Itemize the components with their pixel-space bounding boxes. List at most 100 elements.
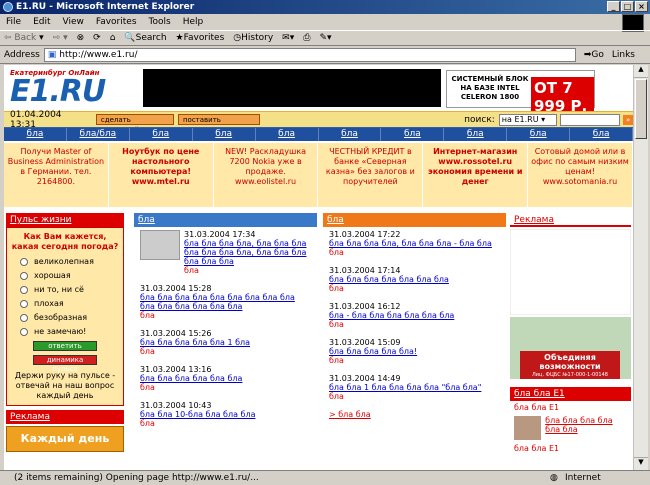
poll-dynamics-button[interactable]: динамика пульса: [33, 355, 97, 373]
poll-option[interactable]: не замечаю!: [20, 327, 120, 336]
news-source[interactable]: бла: [329, 284, 500, 293]
nav-item[interactable]: бла: [507, 128, 571, 141]
menu-view[interactable]: View: [63, 17, 84, 27]
right-item-link[interactable]: бла бла бла бла бла бла: [545, 416, 627, 440]
maximize-button[interactable]: □: [621, 1, 634, 12]
print-icon[interactable]: ⎙: [303, 33, 310, 43]
menu-edit[interactable]: Edit: [33, 17, 50, 27]
left-ad-title[interactable]: Реклама: [6, 410, 124, 424]
search-submit-button[interactable]: »: [623, 114, 633, 125]
promo-item[interactable]: Ноутбук по цене настольного компьютера! …: [109, 143, 214, 207]
radio-button[interactable]: [20, 299, 28, 308]
right-section-sub[interactable]: бла бла E1: [510, 401, 631, 414]
minimize-button[interactable]: _: [607, 1, 620, 12]
menu-tools[interactable]: Tools: [149, 17, 171, 27]
nav-item[interactable]: бла: [130, 128, 193, 141]
news-source[interactable]: бла: [140, 419, 311, 428]
nav-item[interactable]: бла: [381, 128, 445, 141]
more-link[interactable]: > бла бла: [329, 410, 500, 419]
forward-button[interactable]: ⇨ ▾: [53, 33, 68, 43]
make-homepage-button[interactable]: сделать стартовой: [95, 114, 174, 134]
back-button[interactable]: ⇦ Back ▾: [4, 33, 44, 43]
mail-icon[interactable]: ✉▾: [282, 33, 294, 43]
site-logo[interactable]: Екатеринбург ОнЛайн E1.RU: [10, 69, 138, 109]
right-section-sub[interactable]: бла бла E1: [510, 442, 631, 455]
radio-button[interactable]: [20, 271, 28, 280]
news-time: 31.03.2004 17:34: [184, 230, 256, 239]
go-button[interactable]: ➡Go: [584, 50, 604, 60]
home-icon[interactable]: ⌂: [110, 33, 116, 43]
news-link[interactable]: бла бла 10-бла бла бла бла: [140, 410, 311, 419]
news-link[interactable]: бла - бла бла бла бла бла бла: [329, 311, 500, 320]
news-image[interactable]: [140, 230, 180, 260]
address-input[interactable]: ▣ http://www.e1.ru/: [43, 47, 576, 62]
right-ad-banner[interactable]: Объединяя возможности Лиц. ФЦБС №17-000-…: [510, 317, 631, 379]
nav-item[interactable]: бла: [4, 128, 67, 141]
nav-item[interactable]: бла: [193, 128, 256, 141]
poll-option[interactable]: безобразная: [20, 313, 120, 322]
site-search-input[interactable]: [560, 113, 621, 126]
computer-ad[interactable]: СИСТЕМНЫЙ БЛОК НА БАЗЕ INTEL CELERON 180…: [446, 70, 595, 117]
poll-option[interactable]: великолепная: [20, 257, 120, 266]
news-link[interactable]: бла бла бла бла, бла бла бла - бла бла: [329, 239, 500, 248]
news-link[interactable]: бла бла бла бла, бла бла бла бла бла бла…: [184, 239, 311, 266]
edit-icon[interactable]: ✎▾: [319, 33, 331, 43]
news-link[interactable]: бла бла бла бла бла 1 бла: [140, 338, 311, 347]
stop-icon[interactable]: ⊗: [77, 33, 85, 43]
radio-button[interactable]: [20, 313, 28, 322]
history-button[interactable]: ◷History: [233, 33, 273, 43]
promo-item[interactable]: ЧЕСТНЫЙ КРЕДИТ в банке «Северная казна» …: [318, 143, 424, 207]
menu-file[interactable]: File: [6, 17, 21, 27]
right-section-title[interactable]: бла бла E1: [510, 387, 631, 401]
news-source[interactable]: бла: [329, 320, 500, 329]
left-ad-banner[interactable]: Каждый день: [6, 426, 124, 452]
news-link[interactable]: бла бла 1 бла бла бла бла "бла бла": [329, 383, 500, 392]
nav-item[interactable]: бла: [570, 128, 633, 141]
nav-item[interactable]: бла: [444, 128, 508, 141]
right-item-image[interactable]: [514, 416, 542, 440]
links-button[interactable]: Links: [612, 50, 635, 60]
radio-button[interactable]: [20, 257, 28, 266]
promo-item[interactable]: NEW! Раскладушка 7200 Nokia уже в продаж…: [214, 143, 319, 207]
close-button[interactable]: ×: [635, 1, 648, 12]
banner-ad[interactable]: [143, 69, 441, 107]
poll-title[interactable]: Пульс жизни: [6, 213, 124, 227]
refresh-icon[interactable]: ⟳: [93, 33, 101, 43]
news-source[interactable]: бла: [329, 392, 500, 401]
radio-button[interactable]: [20, 285, 28, 294]
news-source[interactable]: бла: [184, 266, 311, 275]
right-ad-title[interactable]: Реклама: [510, 213, 631, 227]
news-link[interactable]: бла бла бла бла бла бла: [140, 374, 311, 383]
vote-button[interactable]: ответить: [33, 341, 97, 351]
column2-title[interactable]: бла: [323, 213, 506, 227]
news-source[interactable]: бла: [140, 383, 311, 392]
column1-title[interactable]: бла: [134, 213, 317, 227]
news-source[interactable]: бла: [329, 356, 500, 365]
news-source[interactable]: бла: [140, 311, 311, 320]
scroll-up-icon[interactable]: ▲: [634, 65, 648, 78]
nav-item[interactable]: бла: [319, 128, 382, 141]
news-source[interactable]: бла: [140, 347, 311, 356]
scroll-down-icon[interactable]: ▼: [634, 457, 648, 470]
poll-option[interactable]: ни то, ни сё: [20, 285, 120, 294]
promo-item[interactable]: Получи Master of Business Administration…: [4, 143, 109, 207]
promo-item[interactable]: Интернет-магазин www.rossotel.ru экономи…: [423, 143, 529, 207]
news-source[interactable]: бла: [329, 248, 500, 257]
nav-item[interactable]: бла/бла: [67, 128, 130, 141]
news-link[interactable]: бла бла бла бла бла бла бла бла бла бла …: [140, 293, 311, 311]
menu-help[interactable]: Help: [183, 17, 204, 27]
menu-favorites[interactable]: Favorites: [96, 17, 137, 27]
news-link[interactable]: бла бла бла бла бла!: [329, 347, 500, 356]
favorites-button[interactable]: ★Favorites: [176, 33, 225, 43]
radio-button[interactable]: [20, 327, 28, 336]
search-button[interactable]: 🔍Search: [124, 33, 166, 43]
add-bookmark-button[interactable]: поставить закладку: [177, 114, 261, 134]
news-link[interactable]: бла бла бла бла бла бла бла: [329, 275, 500, 284]
promo-item[interactable]: Сотовый домой или в офис по самым низким…: [528, 143, 633, 207]
search-scope-select[interactable]: на E1.RU ▾: [498, 113, 558, 126]
nav-item[interactable]: бла: [256, 128, 319, 141]
vertical-scrollbar[interactable]: ▲ ▼: [633, 65, 648, 470]
poll-option[interactable]: плохая: [20, 299, 120, 308]
poll-option[interactable]: хорошая: [20, 271, 120, 280]
scroll-thumb[interactable]: [635, 79, 647, 139]
